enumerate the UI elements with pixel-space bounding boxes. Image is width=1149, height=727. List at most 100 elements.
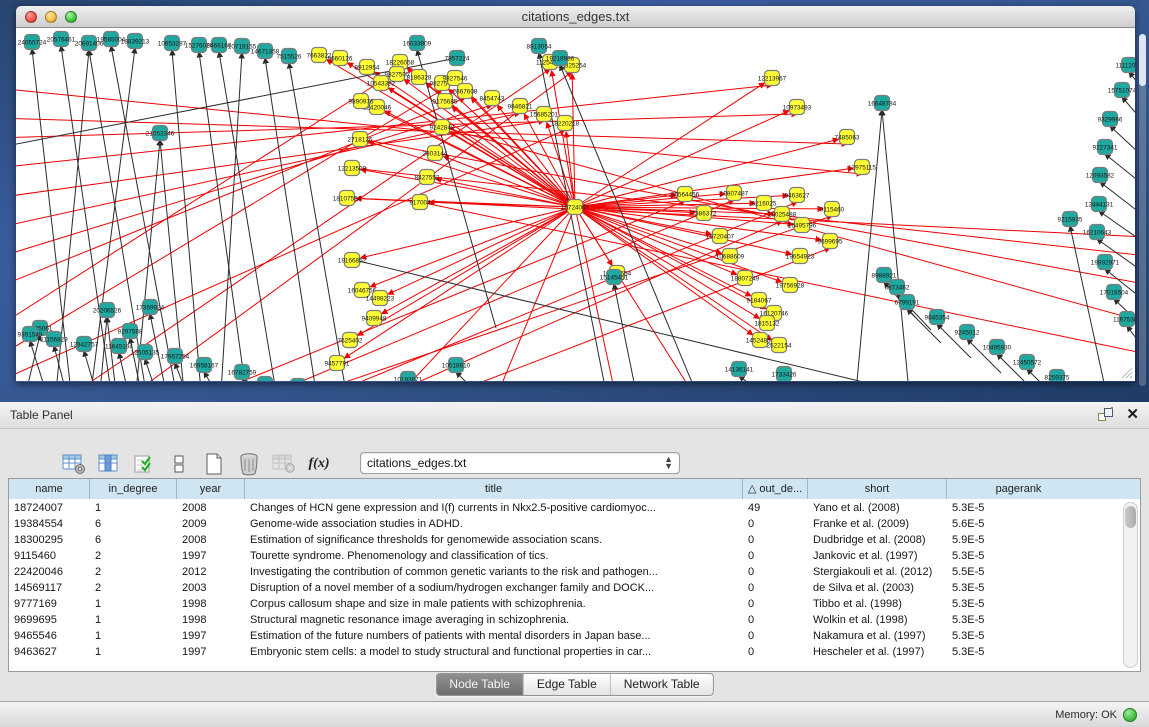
graph-node[interactable]: 20564456 xyxy=(671,187,700,202)
network-scrollbar-thumb[interactable] xyxy=(1139,34,1146,86)
network-vertical-scrollbar[interactable] xyxy=(1139,34,1146,386)
graph-node[interactable]: 12975115 xyxy=(848,160,876,175)
graph-node-label: 9227341 xyxy=(1093,144,1118,151)
graph-node[interactable]: 16648784 xyxy=(868,96,897,111)
graph-node[interactable]: 917004 xyxy=(409,195,431,210)
graph-node[interactable]: 20576461 xyxy=(47,32,76,47)
table-row[interactable]: 977716911998Corpus callosum shape and si… xyxy=(9,596,1140,612)
column-header-title[interactable]: title xyxy=(245,479,743,499)
graph-node[interactable]: 12213967 xyxy=(758,71,787,86)
graph-node[interactable]: 19166852 xyxy=(338,253,367,268)
table-settings-icon[interactable] xyxy=(62,452,86,476)
graph-node[interactable]: 10495930 xyxy=(983,340,1012,355)
graph-node[interactable]: 15751074 xyxy=(1108,83,1135,98)
graph-node[interactable]: 8186328 xyxy=(407,70,432,85)
graph-node[interactable]: 19892971 xyxy=(1091,255,1120,270)
graph-node[interactable]: 9463627 xyxy=(785,188,810,203)
column-header-name[interactable]: name xyxy=(9,479,90,499)
graph-node[interactable]: 17016504 xyxy=(1100,285,1129,300)
graph-node[interactable]: 16958167 xyxy=(190,358,219,373)
graph-node[interactable]: 2803144 xyxy=(423,146,448,161)
graph-node[interactable]: 16033809 xyxy=(403,36,432,51)
graph-node[interactable]: 20206526 xyxy=(93,303,122,318)
table-row[interactable]: 911546021997Tourette syndrome. Phenomeno… xyxy=(9,548,1140,564)
graph-node[interactable]: 12444131 xyxy=(1085,197,1114,212)
graph-node[interactable]: 7485063 xyxy=(835,130,860,145)
table-row[interactable]: 946554611997Estimation of the future num… xyxy=(9,628,1140,644)
graph-node[interactable]: 11112090 xyxy=(1115,58,1135,73)
graph-node-label: 2522154 xyxy=(767,342,792,349)
graph-node[interactable]: 21053346 xyxy=(146,126,175,141)
graph-node[interactable]: 18107554 xyxy=(333,191,362,206)
graph-node[interactable]: 14136141 xyxy=(725,362,754,377)
graph-node[interactable]: 12450572 xyxy=(1013,355,1042,370)
table-row[interactable]: 1830029562008Estimation of significance … xyxy=(9,532,1140,548)
graph-node[interactable]: 7515526 xyxy=(277,49,302,64)
delete-icon[interactable] xyxy=(237,452,261,476)
graph-node[interactable]: 9457791 xyxy=(325,356,350,371)
close-panel-icon[interactable]: ✕ xyxy=(1126,407,1139,422)
graph-node[interactable]: 24055724 xyxy=(18,35,47,50)
graph-node[interactable]: 10973493 xyxy=(783,100,812,115)
graph-node-label: 19892971 xyxy=(1091,259,1120,266)
graph-node[interactable]: 10193871 xyxy=(394,372,423,382)
select-all-icon[interactable] xyxy=(132,452,156,476)
tab-network-table[interactable]: Network Table xyxy=(610,674,713,695)
table-row[interactable]: 946362711997Embryonic stem cells: a mode… xyxy=(9,644,1140,660)
table-cell: 0 xyxy=(743,580,808,596)
column-header-year[interactable]: year xyxy=(177,479,245,499)
column-header-pagerank[interactable]: pagerank xyxy=(947,479,1090,499)
graph-node[interactable]: 8259375 xyxy=(1045,370,1070,382)
graph-node[interactable]: 17957254 xyxy=(161,349,190,364)
float-panel-icon[interactable] xyxy=(1097,407,1114,422)
network-window-titlebar[interactable]: citations_edges.txt xyxy=(16,6,1135,28)
resize-grip-icon[interactable] xyxy=(1119,365,1133,379)
table-row[interactable]: 2242004622012Investigating the contribut… xyxy=(9,564,1140,580)
graph-node[interactable]: 9115460 xyxy=(820,202,845,217)
graph-node[interactable]: 6799191 xyxy=(895,295,920,310)
graph-node[interactable]: 12213509 xyxy=(338,161,367,176)
column-header-in-degree[interactable]: in_degree xyxy=(90,479,177,499)
graph-node[interactable]: 9245012 xyxy=(955,325,980,340)
table-row[interactable]: 969969511998Structural magnetic resonanc… xyxy=(9,612,1140,628)
graph-node[interactable]: 16210643 xyxy=(1083,225,1112,240)
graph-node[interactable]: 12323445 xyxy=(251,377,280,382)
table-selector-dropdown[interactable]: citations_edges.txt ▲▼ xyxy=(360,452,680,474)
graph-node[interactable]: 7857224 xyxy=(445,51,470,66)
network-canvas[interactable]: 7663822966012689129541822605898275051054… xyxy=(16,28,1135,381)
rows-icon[interactable] xyxy=(167,452,191,476)
table-scrollbar-thumb[interactable] xyxy=(1125,506,1136,528)
column-header-short[interactable]: short xyxy=(808,479,947,499)
tab-edge-table[interactable]: Edge Table xyxy=(523,674,610,695)
graph-node[interactable]: 8454743 xyxy=(480,91,505,106)
graph-node[interactable]: 8813054 xyxy=(527,39,552,54)
graph-node[interactable]: 12093582 xyxy=(1086,168,1115,183)
graph-node[interactable]: 9227341 xyxy=(1093,140,1118,155)
table-row[interactable]: 1872400712008Changes of HCN gene express… xyxy=(9,500,1140,516)
table-vertical-scrollbar[interactable] xyxy=(1123,502,1138,668)
new-table-icon[interactable] xyxy=(202,452,226,476)
show-columns-icon[interactable] xyxy=(97,452,121,476)
network-graph[interactable]: 7663822966012689129541822605898275051054… xyxy=(16,28,1135,381)
graph-node[interactable]: 9329966 xyxy=(1098,112,1123,127)
memory-status-label: Memory: OK xyxy=(1055,709,1117,721)
function-builder-icon[interactable]: f(x) xyxy=(307,452,331,476)
table-row[interactable]: 1938455462009Genome-wide association stu… xyxy=(9,516,1140,532)
column-header-out-de-[interactable]: △ out_de... xyxy=(743,479,808,499)
graph-node[interactable]: 1733426 xyxy=(772,367,797,382)
graph-node[interactable]: 17359924 xyxy=(136,300,165,315)
graph-node[interactable]: 8912954 xyxy=(355,60,380,75)
graph-node[interactable]: 19654923 xyxy=(786,249,815,264)
graph-node[interactable]: 10653287 xyxy=(158,36,187,51)
graph-node-label: 11156829 xyxy=(40,336,68,343)
graph-node[interactable]: 9297588 xyxy=(118,324,143,339)
tab-node-table[interactable]: Node Table xyxy=(436,674,523,695)
graph-node[interactable]: 11645194 xyxy=(105,339,133,354)
table-row[interactable]: 1456911722003Disruption of a novel membe… xyxy=(9,580,1140,596)
graph-node[interactable]: 9184067 xyxy=(747,293,772,308)
graph-node[interactable]: 9215935 xyxy=(1058,212,1083,227)
graph-node[interactable]: 10688609 xyxy=(716,249,745,264)
graph-node[interactable]: 9699695 xyxy=(818,234,843,249)
graph-node[interactable]: 19756928 xyxy=(776,278,805,293)
graph-node[interactable]: 12505135 xyxy=(131,345,160,360)
